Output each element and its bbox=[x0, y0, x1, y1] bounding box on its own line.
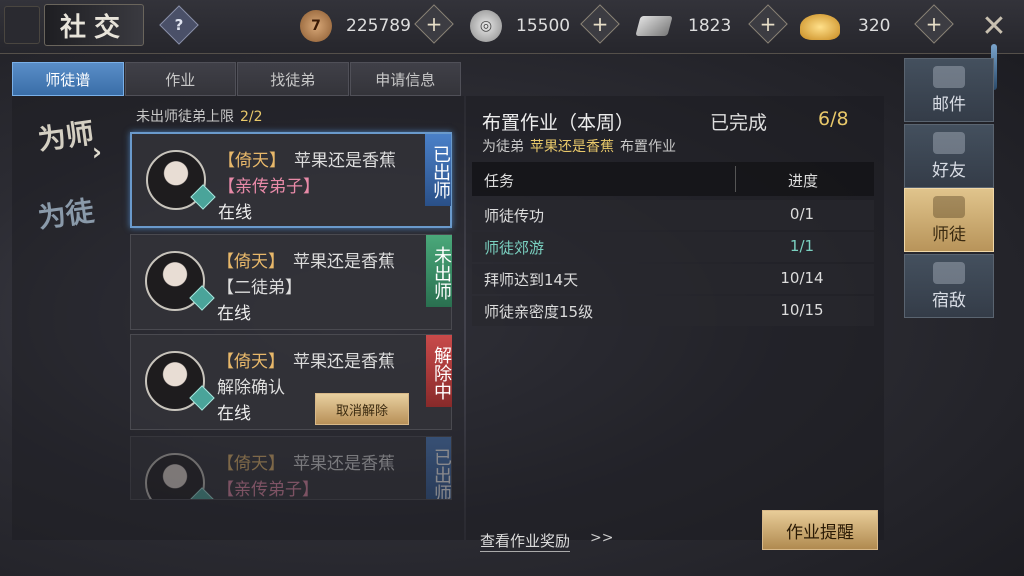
completed-label: 已完成 bbox=[710, 112, 768, 134]
cancel-dissolve-button[interactable]: 取消解除 bbox=[315, 393, 409, 425]
task-name: 师徒郊游 bbox=[484, 239, 545, 257]
currency-copper-value: 225789 bbox=[346, 16, 411, 36]
currency-silver-value: 15500 bbox=[516, 16, 571, 36]
guild-tag: 【倚天】 bbox=[217, 252, 285, 272]
plus-icon: + bbox=[425, 12, 443, 36]
disciple-card[interactable]: 【倚天】 苹果还是香蕉 【二徒弟】 在线 未出师 bbox=[130, 234, 452, 330]
disciple-card[interactable]: 【倚天】苹果还是香蕉 【亲传弟子】 在线 已出师 bbox=[130, 132, 452, 228]
copper-coin-icon: 7 bbox=[300, 10, 332, 42]
disciple-card[interactable]: 【倚天】 苹果还是香蕉 解除确认 在线 解除中 取消解除 bbox=[130, 334, 452, 430]
player-name: 苹果还是香蕉 bbox=[294, 151, 396, 171]
double-chevron-icon: >> bbox=[590, 530, 614, 546]
online-status: 在线 bbox=[218, 203, 252, 223]
help-icon: ? bbox=[174, 16, 184, 34]
player-name: 苹果还是香蕉 bbox=[293, 454, 395, 474]
chevron-right-icon: › bbox=[92, 138, 102, 166]
sidebar-item-mail[interactable]: 邮件 bbox=[904, 58, 994, 122]
disciple-name: 【倚天】 苹果还是香蕉 bbox=[217, 449, 395, 474]
disciple-name: 【倚天】 苹果还是香蕉 bbox=[217, 247, 395, 272]
homework-subtitle: 为徒弟 苹果还是香蕉 布置作业 bbox=[482, 136, 676, 156]
dissolving-tag: 解除中 bbox=[426, 335, 452, 407]
player-name: 苹果还是香蕉 bbox=[293, 252, 395, 272]
sub-suffix: 布置作业 bbox=[620, 139, 676, 155]
role-apprentice-tab[interactable]: 为徒 bbox=[36, 194, 96, 234]
online-status: 在线 bbox=[217, 304, 251, 324]
page-title: 社交 bbox=[44, 4, 144, 46]
not-graduated-tag: 未出师 bbox=[426, 235, 452, 307]
task-name: 师徒传功 bbox=[484, 207, 545, 225]
mail-icon bbox=[933, 66, 965, 88]
disciple-rank: 【亲传弟子】 bbox=[218, 177, 320, 197]
homework-remind-button[interactable]: 作业提醒 bbox=[762, 510, 878, 550]
disciple-rank: 【亲传弟子】 bbox=[217, 480, 319, 500]
sidebar-item-rivals[interactable]: 宿敌 bbox=[904, 254, 994, 318]
col-progress: 进度 bbox=[788, 172, 819, 190]
apprentice-name: 苹果还是香蕉 bbox=[530, 139, 614, 155]
graduated-tag: 已出师 bbox=[425, 134, 451, 206]
column-divider bbox=[735, 166, 736, 192]
sidebar-item-label: 师徒 bbox=[932, 225, 966, 245]
task-progress: 10/14 bbox=[780, 269, 824, 287]
table-header: 任务 进度 bbox=[472, 162, 874, 196]
rival-icon bbox=[933, 262, 965, 284]
silver-coin-icon: ◎ bbox=[470, 10, 502, 42]
role-master-tab[interactable]: 为师 bbox=[36, 116, 96, 156]
completed-count: 6/8 bbox=[818, 108, 849, 130]
sidebar-item-label: 邮件 bbox=[932, 95, 966, 115]
title-ornament bbox=[4, 6, 40, 44]
guild-tag: 【倚天】 bbox=[217, 454, 285, 474]
task-progress: 0/1 bbox=[789, 205, 815, 223]
silver-ingot-icon bbox=[635, 16, 673, 36]
close-icon[interactable]: ✕ bbox=[976, 8, 1012, 44]
table-row: 师徒传功 0/1 bbox=[472, 200, 874, 230]
task-progress: 1/1 bbox=[789, 237, 815, 255]
plus-icon: + bbox=[759, 12, 777, 36]
disciple-card[interactable]: 【倚天】苹果还是香蕉 【亲传弟子】 在线 已出师 bbox=[130, 436, 452, 500]
currency-ingot-value: 1823 bbox=[688, 16, 732, 36]
table-row: 师徒郊游 1/1 bbox=[472, 232, 874, 262]
online-status: 在线 bbox=[217, 404, 251, 424]
tab-applications[interactable]: 申请信息 bbox=[349, 62, 461, 96]
col-task: 任务 bbox=[484, 172, 515, 190]
task-name: 师徒亲密度15级 bbox=[484, 303, 594, 321]
homework-title: 布置作业（本周） bbox=[482, 112, 635, 134]
disciple-name: 【倚天】 苹果还是香蕉 bbox=[217, 347, 395, 372]
sidebar-item-label: 好友 bbox=[932, 161, 966, 181]
player-name: 苹果还是香蕉 bbox=[293, 352, 395, 372]
table-row: 师徒亲密度15级 10/15 bbox=[472, 296, 874, 326]
master-apprentice-icon bbox=[933, 196, 965, 218]
tab-homework[interactable]: 作业 bbox=[124, 62, 236, 96]
currency-gold-value: 320 bbox=[858, 16, 891, 36]
task-name: 拜师达到14天 bbox=[484, 271, 579, 289]
task-progress: 10/15 bbox=[780, 301, 824, 319]
disciple-rank: 解除确认 bbox=[217, 378, 285, 398]
gold-ingot-icon bbox=[800, 14, 840, 40]
limit-count: 2/2 bbox=[240, 109, 263, 125]
sidebar-item-master-apprentice[interactable]: 师徒 bbox=[904, 188, 994, 252]
tab-master-list[interactable]: 师徒谱 bbox=[12, 62, 124, 96]
limit-label: 未出师徒弟上限 bbox=[136, 109, 234, 125]
friends-icon bbox=[933, 132, 965, 154]
tab-find-apprentice[interactable]: 找徒弟 bbox=[237, 62, 349, 96]
tab-bar: 师徒谱 作业 找徒弟 申请信息 bbox=[12, 62, 462, 96]
sidebar-item-label: 宿敌 bbox=[932, 291, 966, 311]
apprentice-limit: 未出师徒弟上限 2/2 bbox=[136, 106, 263, 126]
disciple-rank: 【二徒弟】 bbox=[217, 278, 302, 298]
sub-prefix: 为徒弟 bbox=[482, 139, 524, 155]
sidebar-item-friends[interactable]: 好友 bbox=[904, 124, 994, 188]
guild-tag: 【倚天】 bbox=[217, 352, 285, 372]
view-rewards-link[interactable]: 查看作业奖励 bbox=[480, 530, 571, 552]
plus-icon: + bbox=[925, 12, 943, 36]
plus-icon: + bbox=[591, 12, 609, 36]
graduated-tag: 已出师 bbox=[426, 437, 451, 499]
guild-tag: 【倚天】 bbox=[218, 151, 286, 171]
disciple-name: 【倚天】 苹果还是香蕉 bbox=[218, 146, 396, 171]
table-row: 拜师达到14天 10/14 bbox=[472, 264, 874, 294]
